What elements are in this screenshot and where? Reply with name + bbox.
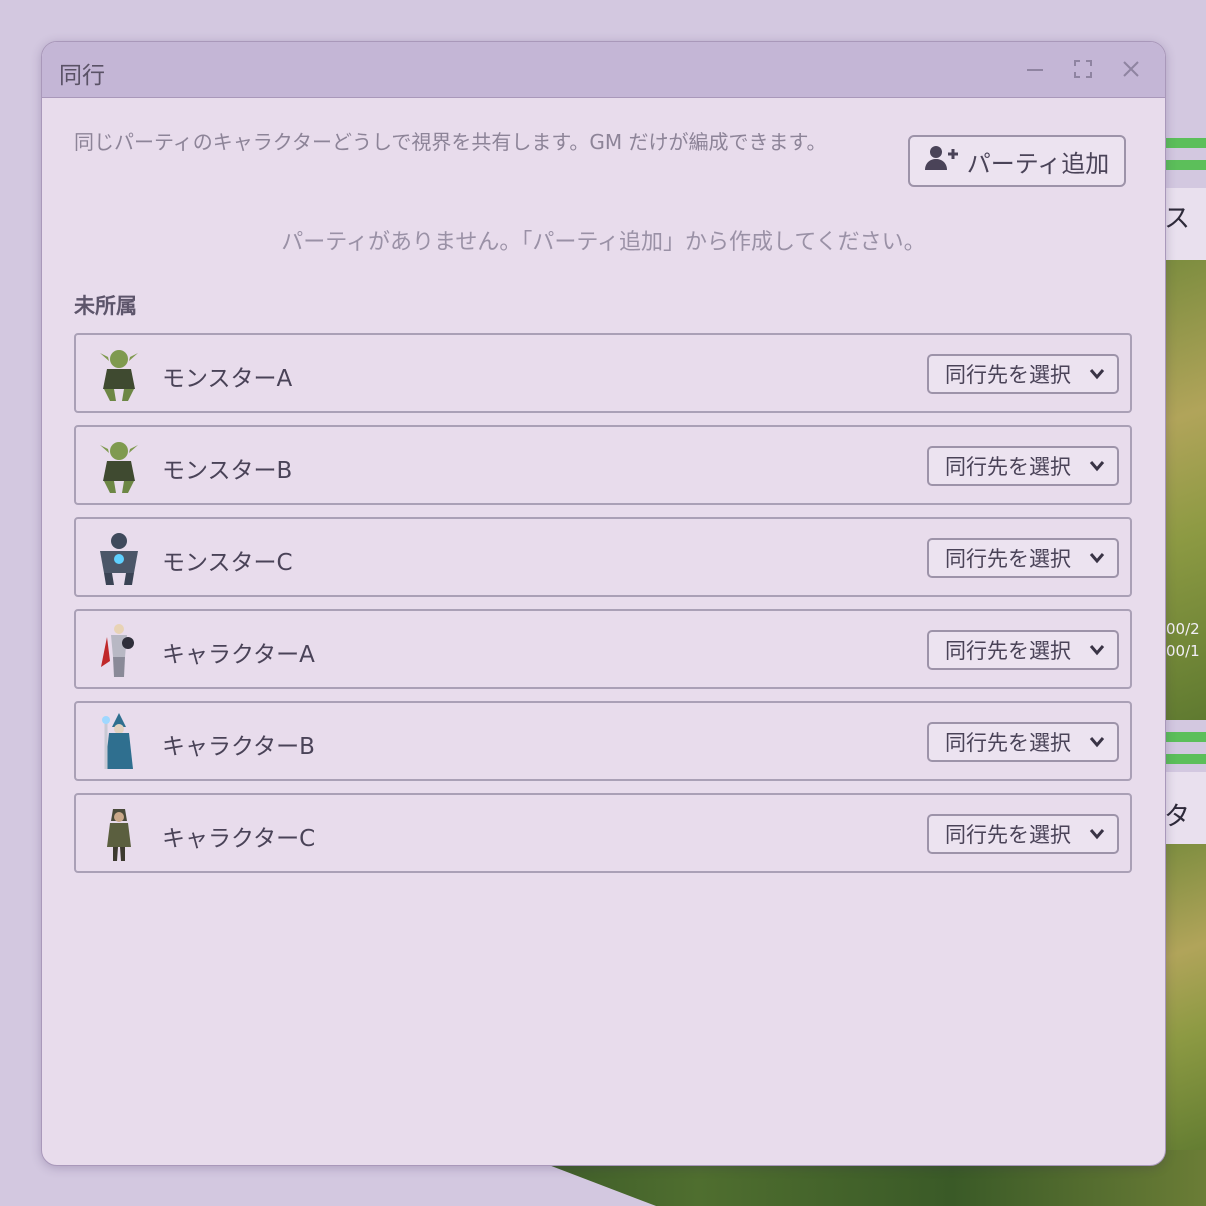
chevron-down-icon [1089,553,1105,564]
add-party-label: パーティ追加 [966,149,1110,178]
party-select[interactable]: 同行先を選択 [927,446,1119,486]
select-value: 同行先を選択 [945,823,1071,847]
character-name: モンスターC [162,550,293,576]
user-plus-icon [924,145,959,177]
select-value: 同行先を選択 [945,639,1071,663]
bg-label: タ [1164,802,1191,832]
list-item: モンスターC 同行先を選択 [74,517,1132,597]
description-text: 同じパーティのキャラクターどうしで視界を共有します。GM だけが編成できます。 [74,130,827,154]
chevron-down-icon [1089,737,1105,748]
party-select[interactable]: 同行先を選択 [927,354,1119,394]
window-title: 同行 [59,63,105,89]
party-select[interactable]: 同行先を選択 [927,722,1119,762]
chevron-down-icon [1089,369,1105,380]
knight-icon [94,621,144,679]
character-name: モンスターB [162,458,293,484]
list-item: キャラクターA 同行先を選択 [74,609,1132,689]
maximize-icon[interactable] [1070,56,1096,82]
character-name: キャラクターA [162,642,315,668]
party-select[interactable]: 同行先を選択 [927,630,1119,670]
bg-stat: 00/2 [1166,620,1200,638]
list-item: モンスターB 同行先を選択 [74,425,1132,505]
select-value: 同行先を選択 [945,363,1071,387]
chevron-down-icon [1089,829,1105,840]
select-value: 同行先を選択 [945,547,1071,571]
list-item: キャラクターC 同行先を選択 [74,793,1132,873]
golem-icon [94,529,144,587]
goblin-icon [94,437,144,495]
chevron-down-icon [1089,461,1105,472]
bg-stat: 00/1 [1166,642,1200,660]
wizard-icon [94,713,144,771]
character-name: キャラクターB [162,734,315,760]
party-select[interactable]: 同行先を選択 [927,538,1119,578]
titlebar[interactable]: 同行 [42,42,1165,98]
goblin-icon [94,345,144,403]
unassigned-list: モンスターA 同行先を選択 モンスターB 同行先を選択 モンスターC 同行先を選… [74,333,1132,885]
section-title-unassigned: 未所属 [74,294,137,318]
minimize-icon[interactable] [1022,56,1048,82]
party-select[interactable]: 同行先を選択 [927,814,1119,854]
list-item: キャラクターB 同行先を選択 [74,701,1132,781]
list-item: モンスターA 同行先を選択 [74,333,1132,413]
ranger-icon [94,805,144,863]
select-value: 同行先を選択 [945,731,1071,755]
close-icon[interactable] [1118,56,1144,82]
party-dialog: 同行 同じパーティのキャラクターどうしで視界を共有します。GM だけが編成できま… [41,41,1166,1166]
add-party-button[interactable]: パーティ追加 [908,135,1126,187]
select-value: 同行先を選択 [945,455,1071,479]
character-name: モンスターA [162,366,293,392]
bg-label: ス [1164,204,1191,234]
character-name: キャラクターC [162,826,316,852]
chevron-down-icon [1089,645,1105,656]
empty-message: パーティがありません。「パーティ追加」から作成してください。 [281,230,926,255]
